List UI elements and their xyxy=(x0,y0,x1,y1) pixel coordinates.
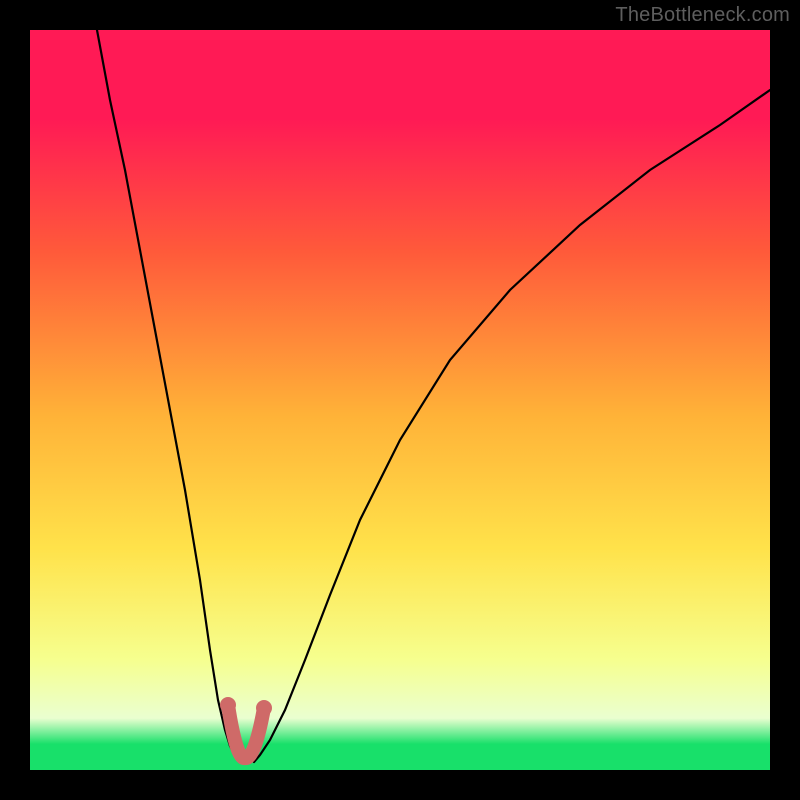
watermark-text: TheBottleneck.com xyxy=(615,4,790,27)
gradient-background xyxy=(30,30,770,770)
plot-svg xyxy=(30,30,770,770)
optimal-marker-dot-right xyxy=(256,700,272,716)
optimal-marker-dot-left xyxy=(220,697,236,713)
plot-area xyxy=(30,30,770,770)
chart-stage: TheBottleneck.com xyxy=(0,0,800,800)
